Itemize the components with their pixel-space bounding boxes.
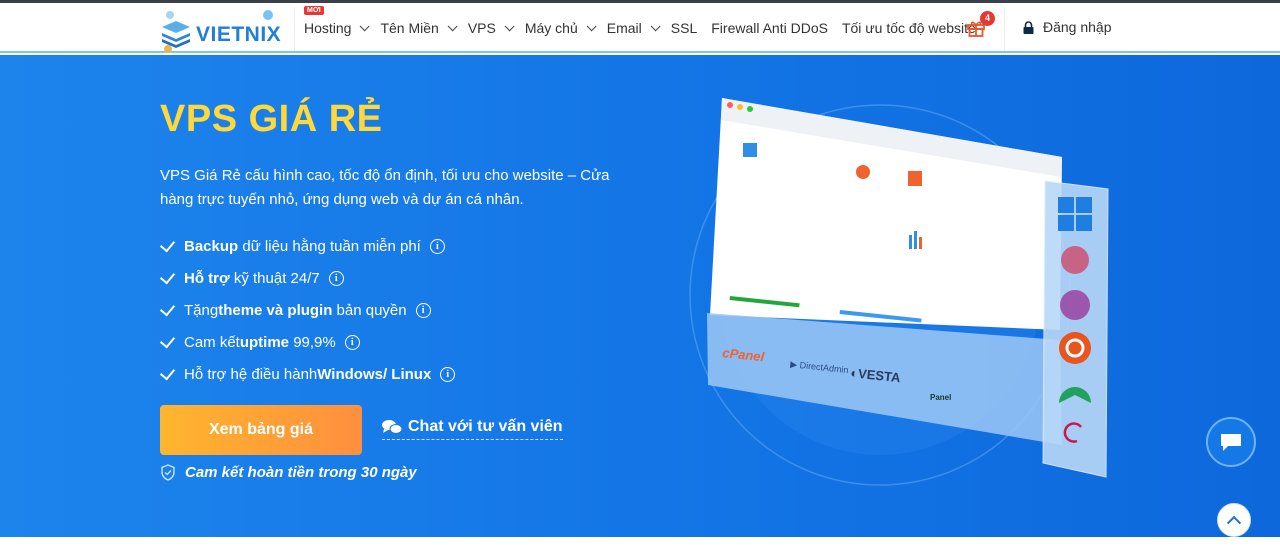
check-icon [159, 236, 176, 252]
login-label: Đăng nhập [1043, 19, 1112, 35]
chevron-down-icon [586, 20, 597, 31]
feature-item: Tặng theme và plugin bản quyền i [159, 294, 455, 326]
check-icon [159, 332, 176, 348]
divider [1004, 7, 1005, 51]
feature-list: Backup dữ liệu hằng tuần miễn phí i Hỗ trợ… [159, 230, 456, 390]
info-icon[interactable]: i [415, 302, 431, 318]
chat-consultant-link[interactable]: Chat với tư vấn viên [382, 418, 563, 440]
info-icon[interactable]: i [429, 238, 445, 254]
new-badge: MỚI [304, 6, 324, 15]
divider [294, 7, 295, 51]
nav-item-firewall-anti-ddos[interactable]: Firewall Anti DDoS [711, 20, 828, 36]
page-bottom [0, 537, 1280, 559]
panel-logo: Panel [930, 393, 951, 402]
lock-icon [1023, 20, 1034, 34]
nav-item-label: Firewall Anti DDoS [711, 20, 828, 36]
nav-item-ssl[interactable]: SSL [671, 20, 697, 36]
check-icon [159, 300, 176, 316]
feature-text: 99,9% [289, 333, 336, 351]
shield-check-icon [161, 464, 175, 481]
info-icon[interactable]: i [328, 270, 344, 286]
feature-item: Cam kết uptime 99,9% i [159, 326, 455, 358]
nav-item-tối-ưu-tốc-độ-website[interactable]: Tối ưu tốc độ website [842, 20, 976, 36]
gift-count-badge: 4 [980, 11, 995, 26]
feature-text: Cam kết [184, 333, 240, 351]
nav-item-hosting[interactable]: MỚI Hosting [304, 6, 371, 36]
info-icon[interactable]: i [344, 334, 360, 350]
feature-bold: Windows/ Linux [317, 365, 432, 383]
feature-bold: Hỗ trợ [184, 269, 230, 287]
feature-text: Hỗ trợ hệ điều hành [184, 365, 318, 383]
logo-spark-icon [263, 10, 273, 20]
nav-item-email[interactable]: Email [606, 20, 661, 36]
logo-server-icon [162, 11, 190, 53]
feature-bold: Backup [184, 237, 239, 255]
feature-text: Tặng [184, 301, 219, 319]
nav-item-vps[interactable]: VPS [467, 20, 515, 36]
live-chat-button[interactable] [1206, 417, 1256, 467]
feature-item: Backup dữ liệu hằng tuần miễn phí i [159, 230, 455, 262]
feature-bold: theme và plugin [218, 301, 333, 319]
feature-text: dữ liệu hằng tuần miễn phí [238, 237, 421, 255]
nav-item-label: SSL [670, 20, 698, 36]
navbar: VIETNIX MỚI Hosting Tên Miền VPS Máy chủ Emai… [0, 3, 1280, 53]
hero-description: VPS Giá Rẻ cấu hình cao, tốc độ ổn định,… [160, 167, 610, 208]
feature-item: Hỗ trợ hệ điều hành Windows/ Linux i [159, 358, 456, 390]
nav-item-label: Tối ưu tốc độ website [841, 20, 976, 36]
scroll-to-top-button[interactable] [1217, 503, 1251, 537]
hero-title: VPS GIÁ RẺ [160, 98, 383, 140]
chevron-down-icon [360, 20, 371, 31]
nav-item-label: Tên Miền [380, 20, 439, 36]
feature-text: kỹ thuật 24/7 [229, 269, 320, 287]
chat-icon [382, 420, 402, 434]
feature-text: bản quyền [332, 301, 407, 319]
chat-label: Chat với tư vấn viên [408, 418, 563, 435]
refund-guarantee: Cam kết hoàn tiền trong 30 ngày [160, 464, 417, 481]
nav-item-label: VPS [467, 20, 496, 36]
vps-dashboard-illustration: cPanel ▶ DirectAdmin ◐VESTA Panel [689, 98, 1109, 486]
login-link[interactable]: Đăng nhập [1023, 19, 1112, 35]
nav-item-label: Email [606, 20, 642, 36]
refund-label: Cam kết hoàn tiền trong 30 ngày [185, 464, 417, 481]
chevron-down-icon [504, 20, 515, 31]
main-menu: MỚI Hosting Tên Miền VPS Máy chủ Email SSL Fire… [304, 3, 990, 53]
feature-item: Hỗ trợ kỹ thuật 24/7 i [159, 262, 455, 294]
nav-item-tên-miền[interactable]: Tên Miền [380, 20, 458, 36]
nav-item-label: Hosting [304, 20, 352, 36]
chevron-down-icon [447, 20, 458, 31]
view-pricing-button[interactable]: Xem bảng giá [160, 405, 362, 455]
chevron-down-icon [650, 20, 661, 31]
feature-bold: uptime [239, 333, 290, 351]
vietnix-logo[interactable]: VIETNIX [158, 5, 288, 53]
nav-item-label: Máy chủ [524, 20, 578, 36]
check-icon [159, 268, 176, 284]
chat-bubble-icon [1221, 434, 1241, 451]
nav-item-máy-chủ[interactable]: Máy chủ [524, 20, 597, 36]
chevron-up-icon [1226, 515, 1242, 530]
info-icon[interactable]: i [440, 366, 456, 382]
check-icon [159, 364, 176, 380]
